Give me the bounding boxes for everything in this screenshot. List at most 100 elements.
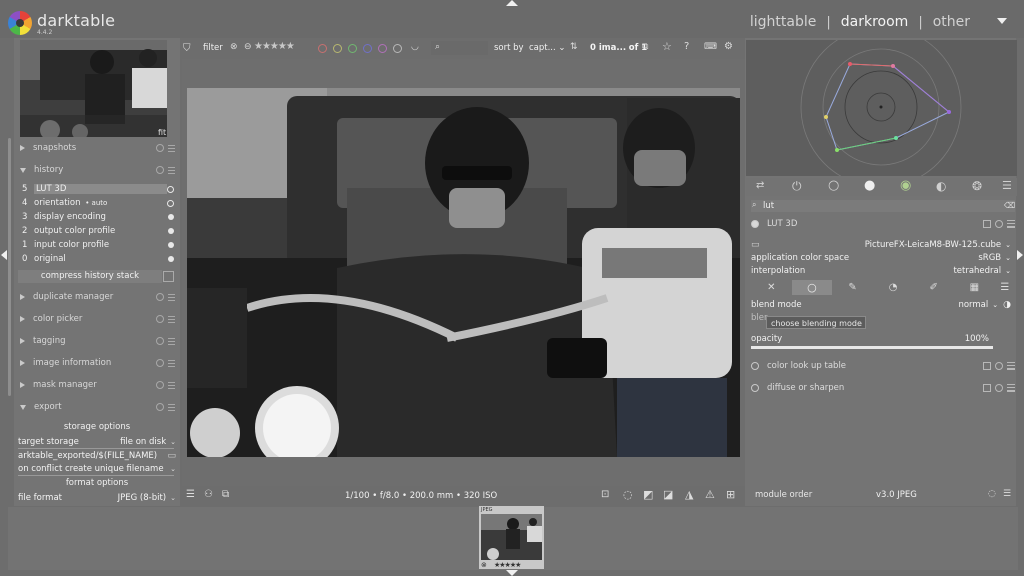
view-lighttable[interactable]: lighttable	[750, 14, 817, 30]
effect-modules-icon[interactable]: ❂	[972, 179, 982, 193]
file-format-select[interactable]: file format JPEG (8-bit) ⌄	[18, 492, 176, 504]
reset-icon[interactable]	[156, 359, 164, 367]
lut-file-select[interactable]: ▭ PictureFX-LeicaM8-BW-125.cube ⌄	[751, 239, 1011, 251]
reset-icon[interactable]	[156, 381, 164, 389]
module-groups-menu-icon[interactable]: ☰	[1002, 179, 1012, 192]
reset-icon[interactable]	[995, 384, 1003, 392]
reset-icon[interactable]	[156, 403, 164, 411]
interpolation-select[interactable]: interpolation tetrahedral ⌄	[751, 265, 1011, 277]
second-window-icon[interactable]: ⧉	[222, 489, 229, 500]
styles-icon[interactable]: ⚇	[204, 489, 213, 500]
presets-menu-icon[interactable]	[168, 381, 175, 389]
module-export[interactable]: export	[18, 400, 178, 414]
blend-parametric-tab[interactable]: ◔	[873, 280, 914, 295]
color-assessment-icon[interactable]: ◌	[623, 488, 633, 501]
module-snapshots[interactable]: snapshots	[18, 141, 178, 155]
raw-overexposed-icon[interactable]: ◩	[643, 488, 653, 501]
application-color-space-select[interactable]: application color space sRGB ⌄	[751, 252, 1011, 264]
rejected-filter-icon[interactable]: ⊗	[230, 42, 238, 52]
compress-history-button[interactable]: compress history stack	[18, 270, 162, 283]
blend-off-tab[interactable]: ✕	[751, 280, 792, 295]
presets-menu-icon[interactable]	[1007, 220, 1015, 228]
view-darkroom[interactable]: darkroom	[841, 14, 909, 30]
blend-raster-tab[interactable]: ▦	[954, 280, 995, 295]
softproof-icon[interactable]: ◮	[685, 488, 693, 501]
unrated-filter-icon[interactable]: ⊖	[244, 42, 252, 52]
blend-uniform-tab[interactable]: ○	[791, 280, 833, 295]
history-item-2[interactable]: 2 output color profile	[22, 225, 174, 237]
active-modules-icon[interactable]: ⏻	[792, 179, 802, 194]
history-item-3[interactable]: 3 display encoding	[22, 211, 174, 223]
blend-menu-tab[interactable]: ☰	[995, 280, 1015, 295]
module-history[interactable]: history	[18, 163, 178, 177]
presets-menu-icon[interactable]	[1007, 384, 1015, 392]
presets-menu-icon[interactable]	[168, 166, 175, 174]
sort-by-select[interactable]: sort by capt... ⌄	[494, 43, 566, 53]
star-preferences-icon[interactable]: ☆	[662, 40, 672, 53]
presets-menu-icon[interactable]	[168, 403, 175, 411]
selection-icon[interactable]: ⧉	[642, 42, 648, 52]
folder-icon[interactable]: ▭	[167, 451, 176, 461]
yellow-label-icon[interactable]	[333, 44, 342, 53]
export-path-field[interactable]: arktable_exported/$(FILE_NAME) ▭	[18, 450, 176, 462]
quick-access-icon[interactable]: ☰	[186, 489, 195, 500]
gamut-check-icon[interactable]: ⚠	[705, 488, 715, 501]
module-tagging[interactable]: tagging	[18, 334, 178, 348]
collapse-left-arrow-icon[interactable]	[1, 250, 7, 260]
power-icon[interactable]	[751, 220, 759, 228]
presets-menu-icon[interactable]	[1007, 362, 1015, 370]
clear-search-icon[interactable]: ⌫	[1004, 201, 1015, 210]
module-lut3d-header[interactable]: LUT 3D	[751, 216, 1015, 232]
power-icon[interactable]	[751, 384, 759, 392]
presets-menu-icon[interactable]: ☰	[1003, 489, 1011, 499]
multi-instance-icon[interactable]	[983, 362, 991, 370]
multi-instance-icon[interactable]	[983, 384, 991, 392]
keyboard-shortcuts-icon[interactable]: ⌨	[704, 42, 717, 52]
blue-label-icon[interactable]	[363, 44, 372, 53]
reset-icon[interactable]	[156, 293, 164, 301]
history-item-0[interactable]: 0 original	[22, 253, 174, 265]
blend-drawn-parametric-tab[interactable]: ✐	[913, 280, 954, 295]
presets-menu-icon[interactable]	[168, 293, 175, 301]
module-color-picker[interactable]: color picker	[18, 312, 178, 326]
color-op-icon[interactable]: ◡	[411, 42, 419, 52]
collapse-right-arrow-icon[interactable]	[1017, 250, 1023, 260]
gear-icon[interactable]: ⚙	[724, 41, 733, 52]
module-diffuse-header[interactable]: diffuse or sharpen	[751, 380, 1015, 396]
green-label-icon[interactable]	[348, 44, 357, 53]
guides-icon[interactable]: ⊞	[726, 488, 735, 501]
left-panel-scrollbar[interactable]	[8, 138, 11, 396]
vectorscope[interactable]	[746, 26, 1017, 188]
presets-menu-icon[interactable]	[168, 144, 175, 152]
base-modules-icon[interactable]: ○	[828, 178, 839, 193]
thumbnail-rating[interactable]: ★★★★★	[494, 561, 521, 569]
focus-peaking-icon[interactable]: ⊡	[601, 489, 609, 500]
module-mask-manager[interactable]: mask manager	[18, 378, 178, 392]
blend-drawn-tab[interactable]: ✎	[832, 280, 873, 295]
folder-icon[interactable]: ▭	[751, 240, 760, 250]
blend-mode-select[interactable]: blend mode normal ⌄ ◑	[751, 299, 1011, 311]
tone-modules-icon[interactable]: ●	[864, 178, 875, 193]
module-order-value[interactable]: v3.0 JPEG	[876, 490, 917, 500]
collapse-top-arrow-icon[interactable]	[506, 0, 518, 6]
reset-icon[interactable]: ◌	[988, 489, 996, 499]
module-color-lut-header[interactable]: color look up table	[751, 358, 1015, 374]
clipping-icon[interactable]: ◪	[663, 488, 673, 501]
multi-instance-icon[interactable]	[983, 220, 991, 228]
help-icon[interactable]: ?	[684, 41, 689, 52]
reject-icon[interactable]: ⊗	[481, 561, 487, 569]
presets-menu-icon[interactable]	[168, 359, 175, 367]
red-label-icon[interactable]	[318, 44, 327, 53]
navigation-preview[interactable]	[20, 40, 167, 137]
collapse-bottom-arrow-icon[interactable]	[506, 570, 518, 576]
on-conflict-select[interactable]: on conflict create unique filename ⌄	[18, 463, 176, 475]
views-dropdown-icon[interactable]	[997, 18, 1007, 24]
history-item-4[interactable]: 4 orientation • auto	[22, 197, 174, 209]
purple-label-icon[interactable]	[378, 44, 387, 53]
history-item-5[interactable]: 5 LUT 3D	[22, 183, 174, 195]
reset-icon[interactable]	[156, 144, 164, 152]
module-image-information[interactable]: image information	[18, 356, 178, 370]
color-label-filter[interactable]	[318, 44, 408, 56]
presets-menu-icon[interactable]	[168, 315, 175, 323]
sort-order-icon[interactable]: ⇅	[570, 42, 578, 52]
